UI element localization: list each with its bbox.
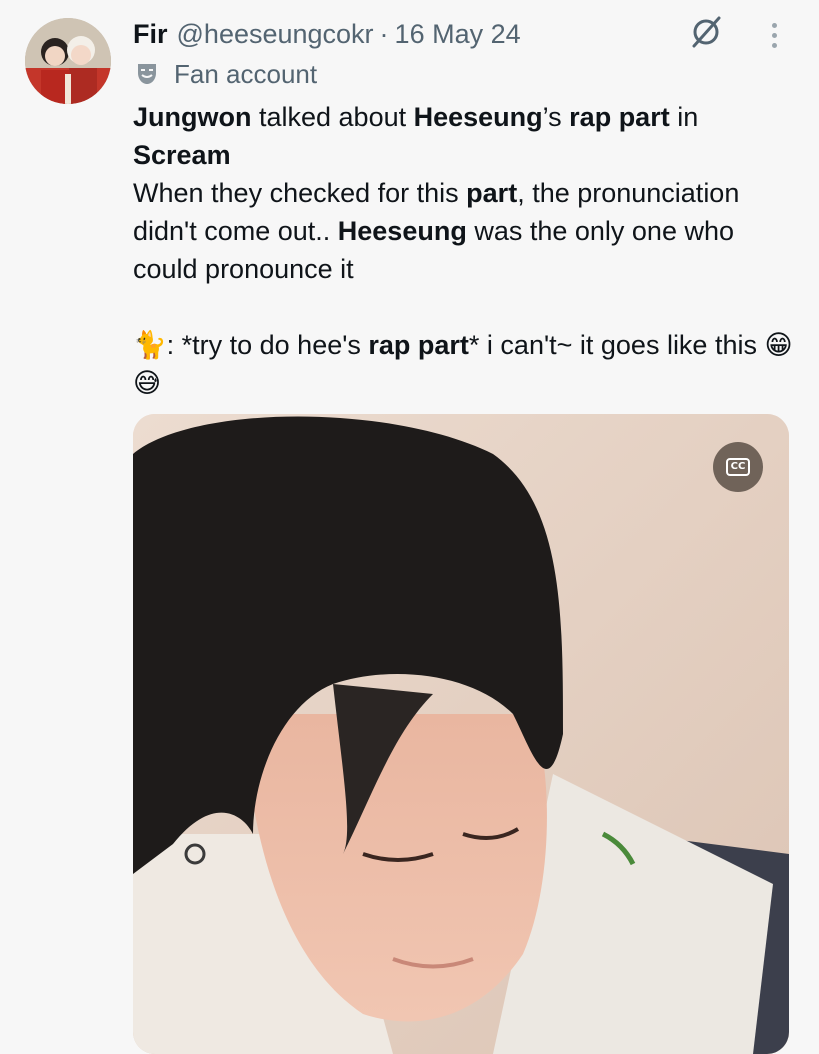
- text-bold: Heeseung: [413, 102, 543, 132]
- text-bold: rap part: [569, 102, 670, 132]
- text-bold: Heeseung: [337, 216, 467, 246]
- avatar[interactable]: [25, 18, 111, 104]
- text-span: : *try to do hee's: [166, 330, 369, 360]
- text-bold: Jungwon: [133, 102, 252, 132]
- video-frame: [133, 414, 789, 1054]
- author-handle[interactable]: @heeseungcokr: [177, 19, 374, 50]
- text-paragraph-3: 🐈: *try to do hee's rap part* i can't~ i…: [133, 326, 803, 402]
- cat-emoji: 🐈: [133, 330, 167, 360]
- text-span: in: [669, 102, 699, 132]
- theater-mask-icon: [138, 64, 156, 84]
- tweet-header: Fir @heeseungcokr · 16 May 24: [133, 14, 521, 54]
- text-line-2: Scream: [133, 136, 803, 174]
- text-paragraph-2: When they checked for this part, the pro…: [133, 174, 803, 288]
- avatar-image: [25, 18, 111, 104]
- tweet-date[interactable]: 16 May 24: [395, 19, 521, 50]
- separator-dot: ·: [379, 18, 389, 49]
- author-name[interactable]: Fir: [133, 19, 168, 50]
- text-span: When they checked for this: [133, 178, 467, 208]
- closed-captions-button[interactable]: CC: [713, 442, 763, 492]
- label-text: Fan account: [174, 58, 318, 89]
- text-bold: rap part: [368, 330, 469, 360]
- closed-captions-icon: CC: [725, 458, 751, 476]
- text-line-1: Jungwon talked about Heeseung’s rap part…: [133, 98, 803, 136]
- tweet: Fir @heeseungcokr · 16 May 24 Fan accoun…: [0, 0, 819, 1054]
- text-span: * i can't~ it goes like this: [468, 330, 757, 360]
- video-media[interactable]: CC: [133, 414, 789, 1054]
- text-bold: Scream: [133, 140, 231, 170]
- text-bold: part: [466, 178, 518, 208]
- tweet-text: Jungwon talked about Heeseung’s rap part…: [133, 98, 803, 402]
- fan-account-label: Fan account: [134, 56, 317, 92]
- text-span: ’s: [542, 102, 570, 132]
- grok-icon[interactable]: [688, 14, 724, 50]
- text-span: talked about: [251, 102, 414, 132]
- more-vertical-icon[interactable]: [762, 20, 786, 54]
